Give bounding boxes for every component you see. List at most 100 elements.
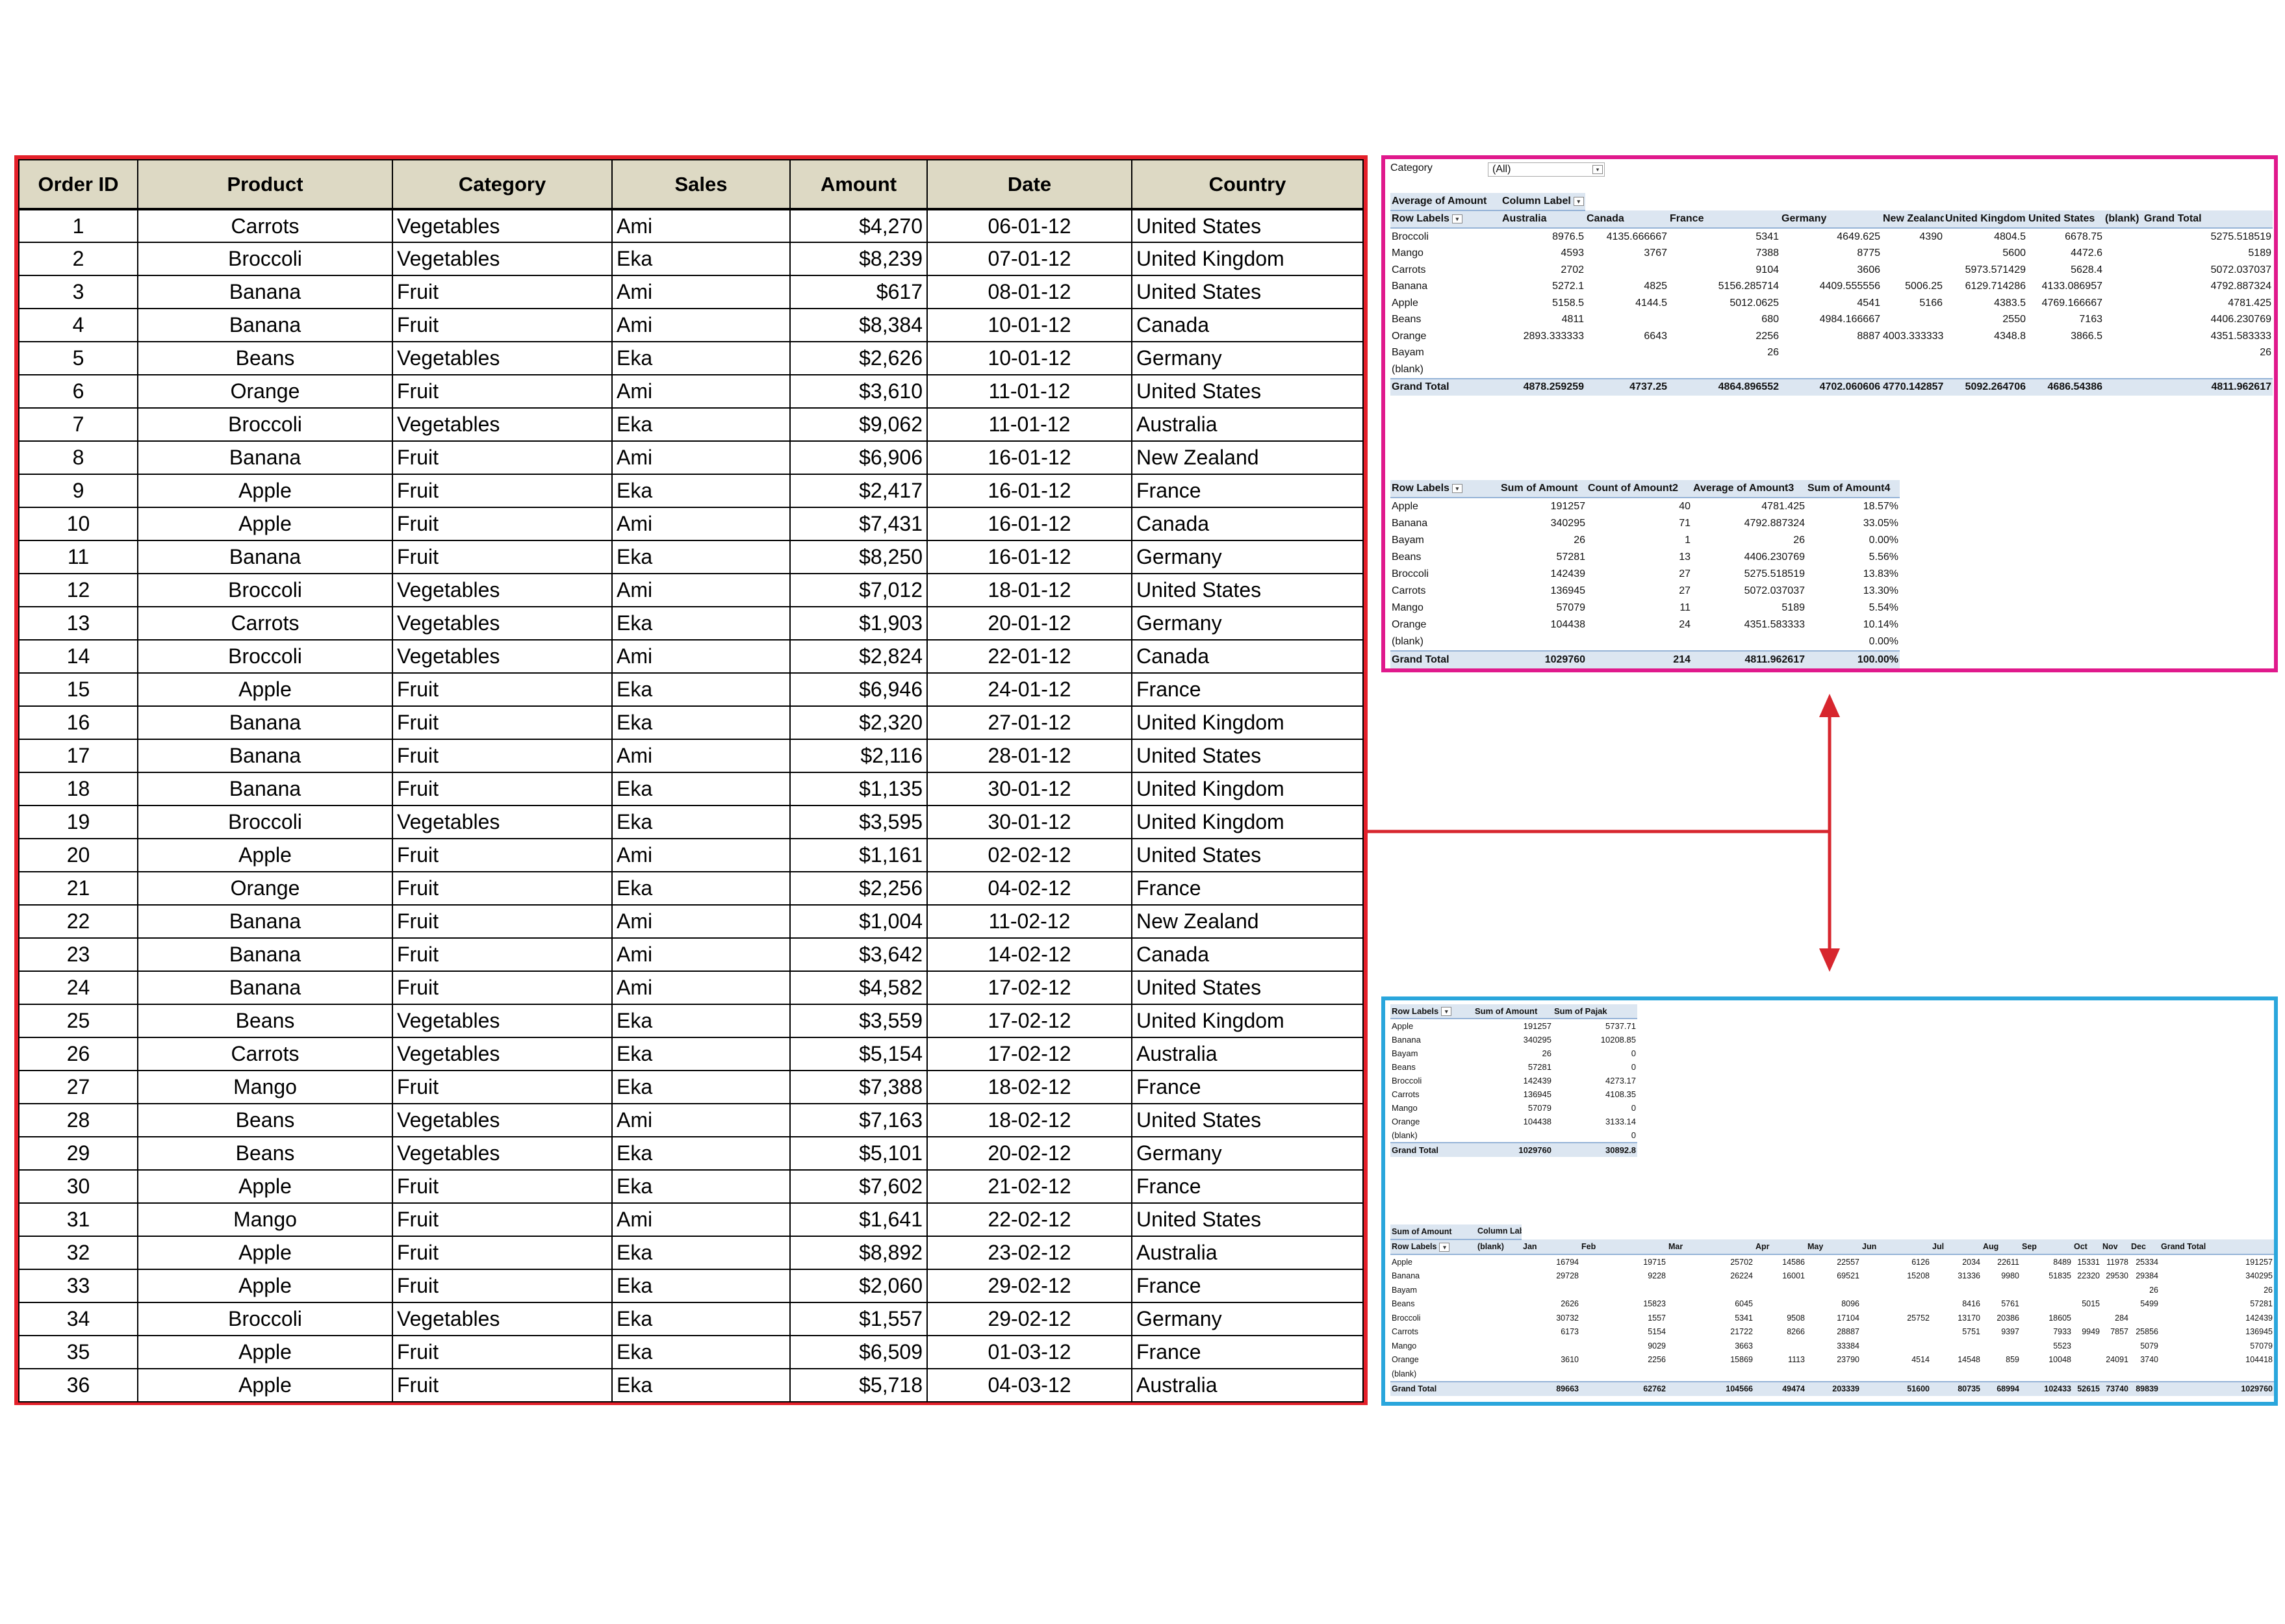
pivot-cell[interactable] [1754,1297,1806,1312]
pivot-cell[interactable]: (blank) [1476,1239,1522,1255]
pivot-cell[interactable]: 26 [2130,1283,2160,1297]
pivot-cell[interactable]: Carrots [1390,1087,1474,1101]
pivot-cell[interactable] [1931,1283,1982,1297]
pivot-cell[interactable] [2073,1311,2101,1325]
pivot-cell[interactable] [2130,1367,2160,1382]
pivot-cell[interactable] [1580,1367,1667,1382]
pivot-cell[interactable]: 9508 [1754,1311,1806,1325]
pivot-cell[interactable]: 5761 [1982,1297,2021,1312]
pivot-cell[interactable]: 8416 [1931,1297,1982,1312]
pivot-cell[interactable]: 51835 [2021,1269,2073,1284]
pivot-cell[interactable]: Mango [1390,1339,1476,1353]
pivot-cell[interactable]: 33384 [1806,1339,1861,1353]
pivot-cell[interactable] [1861,1325,1931,1339]
pivot-cell[interactable] [2021,1367,2073,1382]
pivot-cell[interactable]: 10048 [2021,1353,2073,1367]
pivot-cell[interactable]: 21722 [1667,1325,1754,1339]
pivot-cell[interactable]: 4108.35 [1553,1087,1637,1101]
pivot-cell[interactable] [1931,1367,1982,1382]
pivot-cell[interactable]: 5154 [1580,1325,1667,1339]
pivot-cell[interactable]: 13170 [1931,1311,1982,1325]
pivot-cell[interactable]: 22611 [1982,1254,2021,1269]
pivot-cell[interactable]: 22557 [1806,1254,1861,1269]
pivot-cell[interactable] [2130,1311,2160,1325]
pivot-cell[interactable]: 104566 [1667,1380,1754,1396]
pivot-cell[interactable]: 57281 [1474,1060,1553,1074]
pivot-cell[interactable]: Mango [1390,1101,1474,1115]
pivot-cell[interactable] [1861,1339,1931,1353]
pivot-cell[interactable]: 0 [1553,1060,1637,1074]
pivot-cell[interactable]: 25752 [1861,1311,1931,1325]
pivot-cell[interactable] [1806,1283,1861,1297]
pivot-cell[interactable]: 10208.85 [1553,1033,1637,1047]
pivot-cell[interactable]: 80735 [1931,1380,1982,1396]
pivot-cell[interactable]: 5015 [2073,1297,2101,1312]
pivot-cell[interactable] [2073,1339,2101,1353]
pivot-cell[interactable]: 0 [1553,1101,1637,1115]
pivot-cell[interactable]: 5079 [2130,1339,2160,1353]
pivot-cell[interactable] [1476,1283,1522,1297]
pivot-cell[interactable]: Apple [1390,1254,1476,1269]
pivot-cell[interactable] [1474,1128,1553,1143]
pivot-cell[interactable] [2073,1367,2101,1382]
pivot-cell[interactable] [2101,1297,2130,1312]
pivot-cell[interactable]: 6126 [1861,1254,1931,1269]
pivot-cell[interactable]: 28887 [1806,1325,1861,1339]
pivot-cell[interactable]: Apple [1390,1019,1474,1033]
pivot-cell[interactable]: 6045 [1667,1297,1754,1312]
pivot-cell[interactable]: Beans [1390,1060,1474,1074]
pivot-cell[interactable] [1476,1254,1522,1269]
pivot-cell[interactable]: 4514 [1861,1353,1931,1367]
pivot-cell[interactable] [1982,1339,2021,1353]
pivot-cell[interactable]: Beans [1390,1297,1476,1312]
pivot-cell[interactable] [1861,1367,1931,1382]
pivot-cell[interactable] [2101,1367,2130,1382]
pivot-cell[interactable]: 15869 [1667,1353,1754,1367]
row-filter-icon[interactable]: ▾ [1439,1242,1450,1252]
pivot-cell[interactable]: 2034 [1931,1254,1982,1269]
pivot-cell[interactable]: 30892.8 [1553,1142,1637,1157]
pivot-cell[interactable]: Grand Total [1390,1380,1476,1396]
pivot-cell[interactable] [1476,1297,1522,1312]
pivot-cell[interactable]: 89839 [2130,1380,2160,1396]
pivot-cell[interactable] [1476,1367,1522,1382]
pivot-cell[interactable] [1754,1339,1806,1353]
pivot-cell[interactable]: 29530 [2101,1269,2130,1284]
pivot-cell[interactable]: 284 [2101,1311,2130,1325]
pivot-cell[interactable]: 3133.14 [1553,1115,1637,1128]
pivot-cell[interactable]: 23790 [1806,1353,1861,1367]
pivot-cell[interactable]: 19715 [1580,1254,1667,1269]
pivot-cell[interactable]: 9228 [1580,1269,1667,1284]
pivot-cell[interactable]: Sum of Amount [1390,1224,1476,1240]
pivot-cell[interactable]: Aug [1982,1239,2021,1255]
pivot-cell[interactable]: Nov [2101,1239,2130,1255]
pivot-cell[interactable]: Banana [1390,1269,1476,1284]
pivot-cell[interactable]: 18605 [2021,1311,2073,1325]
pivot-cell[interactable] [1931,1339,1982,1353]
pivot-cell[interactable] [1522,1367,1580,1382]
pivot-cell[interactable]: 9949 [2073,1325,2101,1339]
pivot-cell[interactable]: Carrots [1390,1325,1476,1339]
pivot-cell[interactable]: 142439 [2160,1311,2274,1325]
pivot-cell[interactable]: Apr [1754,1239,1806,1255]
pivot-cell[interactable]: 0 [1553,1047,1637,1060]
pivot-cell[interactable]: 340295 [2160,1269,2274,1284]
pivot-cell[interactable]: 17104 [1806,1311,1861,1325]
pivot-cell[interactable]: 51600 [1861,1380,1931,1396]
pivot-cell[interactable]: 11978 [2101,1254,2130,1269]
pivot-cell[interactable] [2101,1339,2130,1353]
pivot-cell[interactable]: 25334 [2130,1254,2160,1269]
pivot-cell[interactable]: Row Labels ▾ [1390,1239,1476,1255]
pivot-cell[interactable] [2101,1283,2130,1297]
pivot-cell[interactable]: 136945 [2160,1325,2274,1339]
pivot-cell[interactable] [1580,1283,1667,1297]
pivot-cell[interactable]: 136945 [1474,1087,1553,1101]
pivot-cell[interactable]: 1113 [1754,1353,1806,1367]
pivot-cell[interactable]: (blank) [1390,1367,1476,1382]
pivot-cell[interactable]: 3663 [1667,1339,1754,1353]
pivot-cell[interactable]: Broccoli [1390,1074,1474,1087]
pivot-cell[interactable]: 73740 [2101,1380,2130,1396]
pivot-cell[interactable]: 1029760 [1474,1142,1553,1157]
pivot-cell[interactable]: Sum of Amount [1474,1004,1553,1019]
pivot-cell[interactable]: 6173 [1522,1325,1580,1339]
